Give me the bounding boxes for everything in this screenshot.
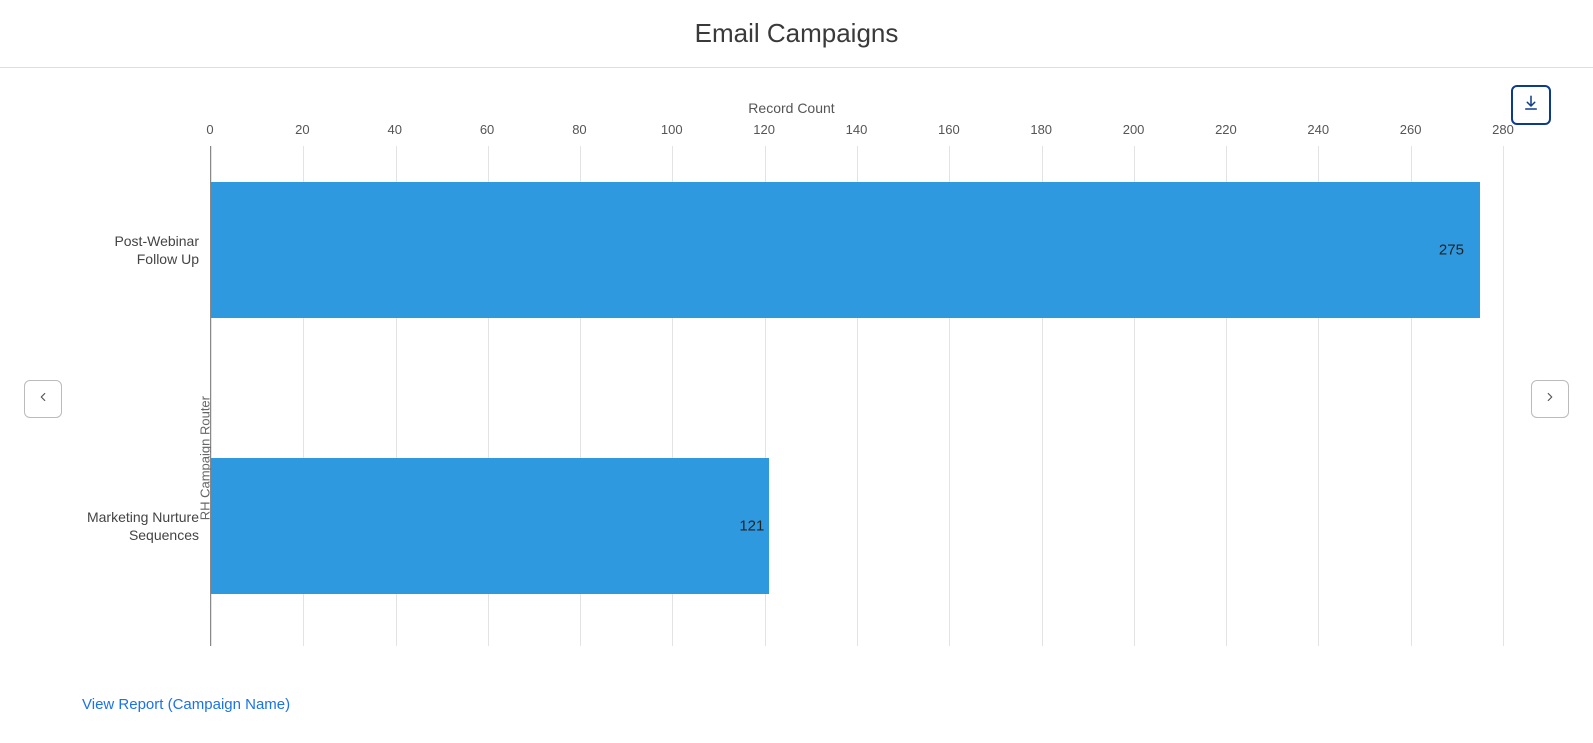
x-tick: 240 <box>1307 122 1329 137</box>
x-tick: 260 <box>1400 122 1422 137</box>
x-tick: 220 <box>1215 122 1237 137</box>
next-button[interactable] <box>1531 380 1569 418</box>
x-tick: 140 <box>846 122 868 137</box>
bar[interactable] <box>211 182 1480 318</box>
x-tick: 200 <box>1123 122 1145 137</box>
x-tick: 160 <box>938 122 960 137</box>
plot-area: RH Campaign Router Post-Webinar Follow U… <box>210 146 1503 646</box>
chart-title: Email Campaigns <box>0 0 1593 67</box>
x-tick: 280 <box>1492 122 1514 137</box>
gridline <box>1503 146 1504 646</box>
x-tick: 80 <box>572 122 586 137</box>
x-tick: 20 <box>295 122 309 137</box>
bar-value-label: 121 <box>731 518 772 535</box>
download-icon <box>1522 94 1540 117</box>
x-tick: 60 <box>480 122 494 137</box>
chevron-left-icon <box>36 390 50 409</box>
category-label: Marketing Nurture Sequences <box>79 508 199 544</box>
category-label: Post-Webinar Follow Up <box>79 232 199 268</box>
x-axis-title: Record Count <box>80 100 1503 116</box>
view-report-link[interactable]: View Report (Campaign Name) <box>82 696 290 713</box>
x-tick: 40 <box>387 122 401 137</box>
bar-row: Marketing Nurture Sequences121 <box>211 458 1503 594</box>
bar-row: Post-Webinar Follow Up275 <box>211 182 1503 318</box>
prev-button[interactable] <box>24 380 62 418</box>
divider <box>0 67 1593 68</box>
x-tick: 180 <box>1030 122 1052 137</box>
x-tick: 100 <box>661 122 683 137</box>
chart-area: Record Count 0 20 40 60 80 100 120 140 160 180 200… <box>80 100 1503 683</box>
x-tick: 120 <box>753 122 775 137</box>
bar[interactable] <box>211 458 769 594</box>
x-tick: 0 <box>206 122 213 137</box>
chevron-right-icon <box>1543 390 1557 409</box>
x-axis-ticks: 020406080100120140160180200220240260280 <box>210 122 1503 146</box>
bar-value-label: 275 <box>1431 242 1472 259</box>
download-button[interactable] <box>1511 85 1551 125</box>
